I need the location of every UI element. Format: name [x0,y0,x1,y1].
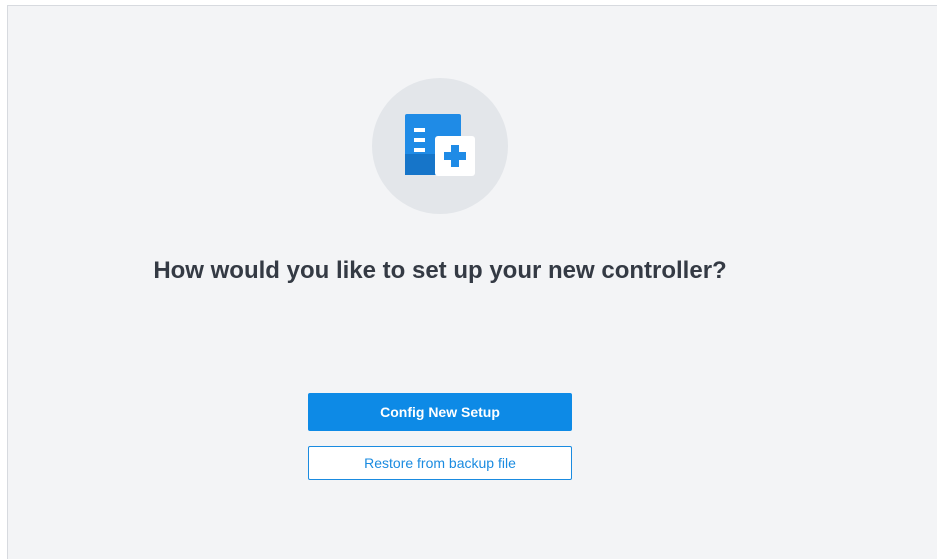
setup-heading: How would you like to set up your new co… [153,257,727,284]
icon-circle [372,78,508,214]
document-add-icon [405,114,475,176]
config-new-setup-button[interactable]: Config New Setup [308,393,572,431]
restore-from-backup-button[interactable]: Restore from backup file [308,446,572,480]
setup-panel: How would you like to set up your new co… [7,5,937,559]
